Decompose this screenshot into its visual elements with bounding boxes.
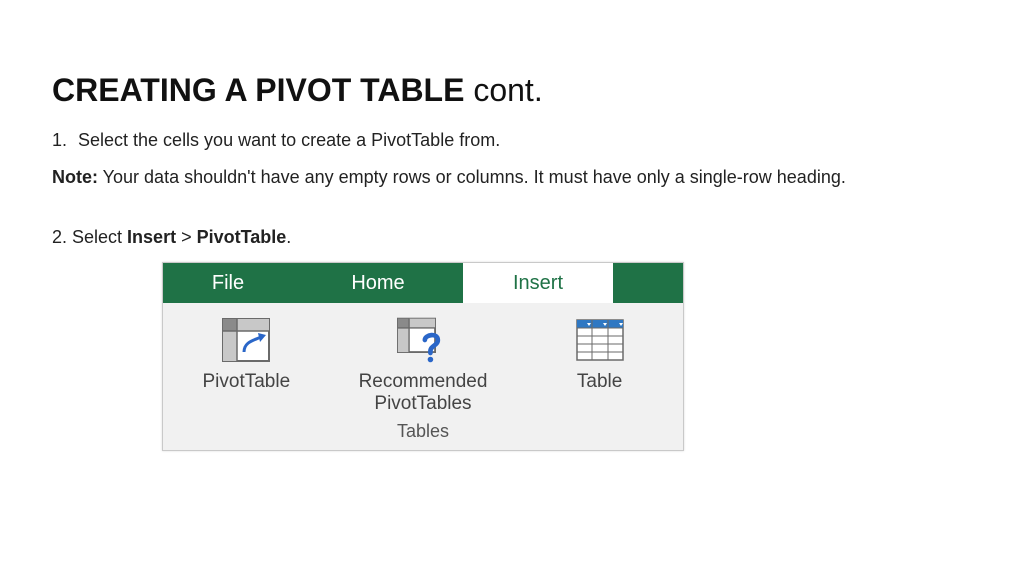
- tool-table-label: Table: [577, 371, 622, 393]
- title-rest: cont.: [464, 72, 542, 108]
- tool-recommended-label-2: PivotTables: [374, 393, 471, 415]
- tool-pivottable-label: PivotTable: [202, 371, 290, 393]
- step-2-prefix: 2. Select: [52, 227, 127, 247]
- table-icon: [574, 317, 626, 363]
- step-2: 2. Select Insert > PivotTable.: [52, 227, 972, 248]
- note-row: Note: Your data shouldn't have any empty…: [52, 164, 972, 191]
- step-1-number: 1.: [52, 127, 78, 154]
- step-1: 1.Select the cells you want to create a …: [52, 127, 972, 154]
- tool-table: Table: [530, 317, 670, 393]
- tab-home: Home: [293, 263, 463, 303]
- step-2-pivottable: PivotTable: [197, 227, 287, 247]
- step-2-sep: >: [176, 227, 197, 247]
- title-bold: CREATING A PIVOT TABLE: [52, 72, 464, 108]
- recommended-pivottables-icon: [397, 317, 449, 363]
- step-1-text: Select the cells you want to create a Pi…: [78, 130, 500, 150]
- pivottable-icon: [220, 317, 272, 363]
- step-2-suffix: .: [286, 227, 291, 247]
- ribbon-body: PivotTable: [163, 303, 683, 450]
- tool-recommended-label-1: Recommended: [359, 371, 488, 393]
- note-label: Note:: [52, 167, 98, 187]
- tool-pivottable: PivotTable: [176, 317, 316, 393]
- tool-recommended-pivottables: Recommended PivotTables: [323, 317, 523, 415]
- note-text: Your data shouldn't have any empty rows …: [98, 167, 846, 187]
- tab-insert-active: Insert: [463, 263, 613, 303]
- excel-ribbon-image: File Home Insert: [162, 262, 684, 451]
- ribbon-tabs: File Home Insert: [163, 263, 683, 303]
- tab-file: File: [163, 263, 293, 303]
- page-title: CREATING A PIVOT TABLE cont.: [52, 72, 972, 109]
- ribbon-group-tables: Tables: [173, 421, 673, 446]
- step-2-insert: Insert: [127, 227, 176, 247]
